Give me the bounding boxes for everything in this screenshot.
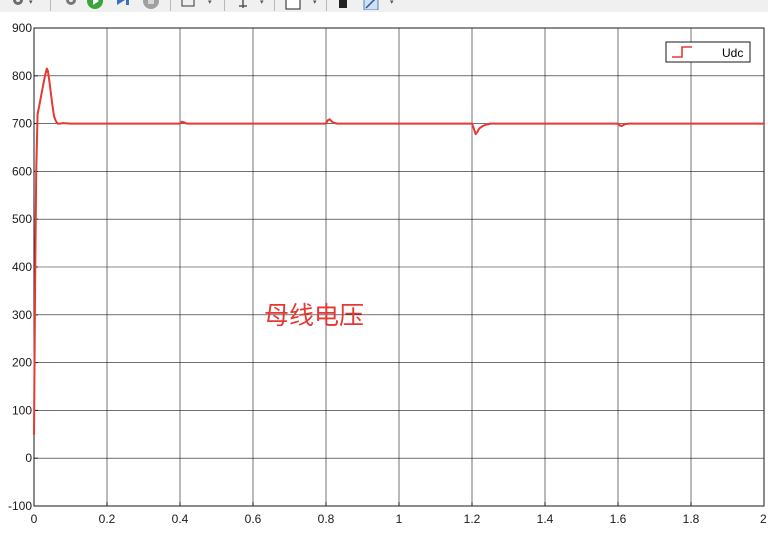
x-tick-label: 1.2 [464,512,481,526]
y-tick-label: 300 [12,308,32,322]
data-point [325,122,327,125]
zoom-dropdown-icon[interactable]: ▾ [208,0,212,6]
x-tick-label: 0.8 [318,512,335,526]
data-point [328,118,331,121]
scope-plot[interactable]: 0 0.2 0.4 0.6 0.8 1 1.2 1.4 1.6 1.8 2 900 800 700 600… [0,12,768,538]
toolbar-separator [170,0,171,11]
data-point [473,127,475,130]
data-point [330,120,333,122]
cursor-icon[interactable] [235,0,251,8]
data-point [485,123,488,126]
copy-icon[interactable] [335,0,351,8]
y-tick-label: 200 [12,356,32,370]
data-point [544,122,546,125]
data-point [35,170,37,173]
data-point [33,433,35,436]
data-point [38,103,41,106]
cursor-dropdown-icon[interactable]: ▾ [260,0,264,6]
x-tick-label: 0.2 [99,512,116,526]
x-tick-label: 0.6 [245,512,262,526]
data-point [327,119,329,122]
data-point [474,133,477,135]
y-tick-label: 900 [12,21,32,35]
data-point [182,121,185,123]
x-tick-label: 0 [31,512,38,526]
y-tick-label: 800 [12,69,32,83]
x-tick-label: 1.8 [683,512,700,526]
data-point [106,122,108,125]
data-point [47,70,49,72]
x-tick-label: 1.6 [610,512,627,526]
data-point [690,122,692,125]
data-point [624,123,627,125]
data-point [620,125,623,127]
fit-view-dropdown-icon[interactable]: ▾ [313,0,317,6]
data-point [476,130,479,133]
data-point [50,91,52,94]
style-icon[interactable] [362,0,380,10]
data-point [181,120,183,123]
data-point [336,122,338,125]
y-tick-label: 700 [12,117,32,131]
y-tick-label: 600 [12,164,32,178]
data-point [619,124,621,127]
x-tick-label: 1 [396,512,403,526]
data-point [40,94,43,96]
data-point [471,122,473,125]
data-point [622,124,625,126]
y-tick-label: 400 [12,260,32,274]
y-tick-label: 0 [25,451,32,465]
data-point [36,113,39,115]
data-point [186,122,189,125]
x-tick-label: 1.4 [537,512,554,526]
data-point [478,127,481,130]
data-point [617,122,619,125]
data-point [62,122,64,124]
legend[interactable]: Udc [665,41,751,63]
data-point [51,103,54,106]
data-point [46,67,48,70]
step-forward-icon[interactable] [115,0,131,8]
toolbar-separator [224,0,225,11]
toolbar-separator [274,0,275,11]
data-point [53,115,55,118]
data-point [55,120,57,122]
y-tick-label: 100 [12,403,32,417]
data-point [339,122,342,125]
toolbar-separator [50,0,51,11]
x-tick-label: 0.4 [172,512,189,526]
data-point [44,75,46,77]
data-point [48,79,51,82]
y-tick-label: 500 [12,212,32,226]
fit-view-icon[interactable] [284,0,302,10]
data-point [332,121,335,124]
data-point [489,122,492,125]
data-point [58,122,61,125]
x-tick-label: 2 [760,512,767,526]
data-point [179,122,181,125]
data-point [190,122,192,125]
annotation-label: 母线电压 [264,301,365,330]
data-point [184,122,187,124]
zoom-icon[interactable] [180,0,196,8]
data-point [42,84,44,87]
plot-background [0,12,768,538]
data-point [482,125,484,127]
data-point [34,285,36,287]
settings-dropdown-icon[interactable]: ▾ [29,0,33,6]
run-settings-icon[interactable] [63,0,79,8]
y-tick-label: -100 [8,499,32,513]
legend-entry-udc: Udc [722,46,743,60]
data-point [398,122,400,125]
data-point [69,122,72,125]
settings-icon[interactable] [10,0,26,8]
data-point [252,122,254,125]
toolbar-separator [326,0,327,11]
data-point [628,122,630,125]
data-point [763,122,765,125]
stop-icon[interactable] [142,0,160,10]
style-dropdown-icon[interactable]: ▾ [390,0,394,6]
data-point [56,122,59,125]
run-icon[interactable] [86,0,104,10]
